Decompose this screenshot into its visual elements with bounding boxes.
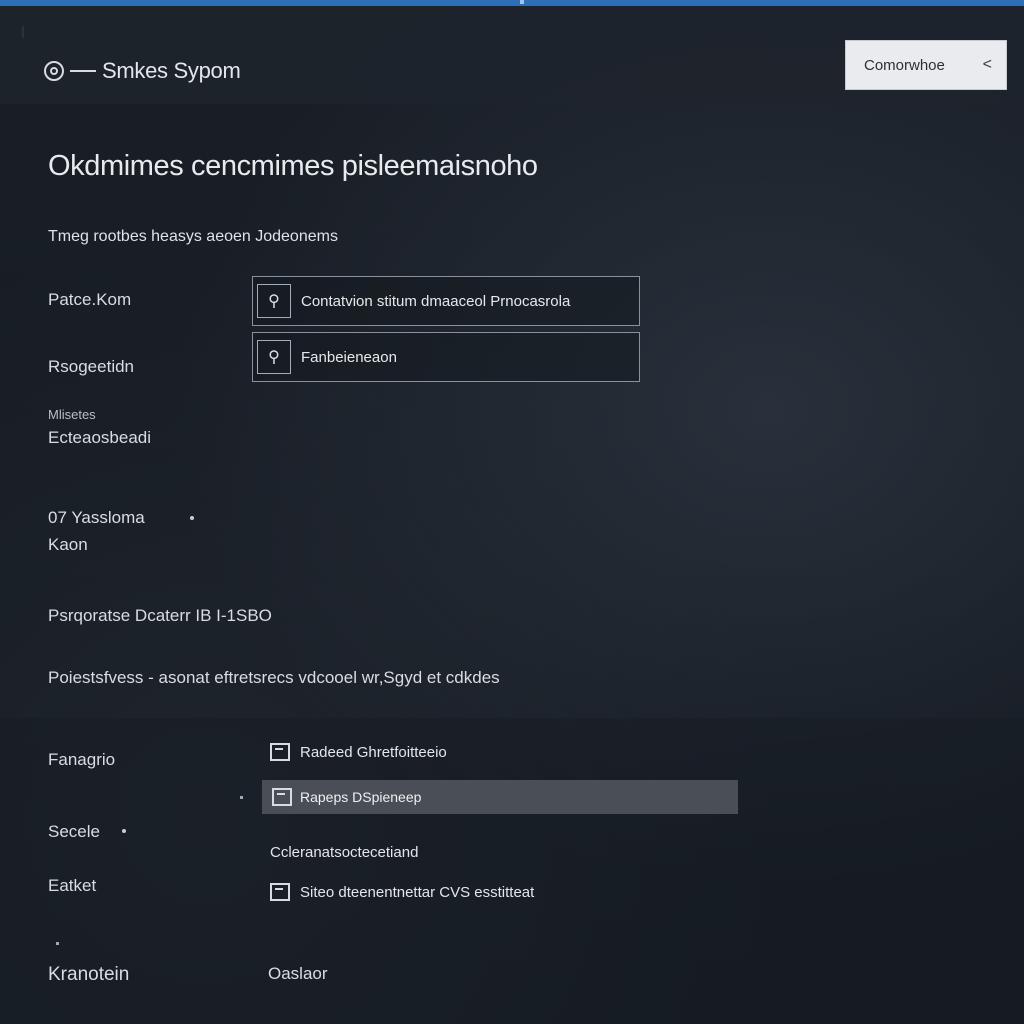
chevron-left-icon: < bbox=[982, 56, 992, 73]
lock-icon: ⚲ bbox=[257, 284, 291, 318]
document-icon bbox=[270, 743, 290, 761]
meta-value: Ecteaosbeadi bbox=[48, 428, 152, 447]
list-row-4-text: Siteo dteenentnettar CVS esstitteat bbox=[300, 883, 535, 901]
page-title: Okdmimes cencmimes pisleemaisnoho bbox=[48, 150, 538, 182]
app-header: Smkes Sypom Comorwhoe < bbox=[0, 6, 1024, 104]
document-icon bbox=[272, 788, 292, 806]
list-row-1[interactable]: Radeed Ghretfoitteeio bbox=[270, 743, 447, 761]
status-line-1: 07 Yassloma bbox=[48, 508, 145, 527]
field-option-2-text: Fanbeieneaon bbox=[301, 348, 397, 366]
lower-label-3: Eatket bbox=[48, 876, 97, 895]
brand-logo-icon bbox=[44, 61, 64, 81]
lower-label-1: Fanagrio bbox=[48, 750, 116, 769]
field-option-2[interactable]: ⚲ Fanbeieneaon bbox=[252, 332, 640, 382]
list-row-2-text: Rapeps DSpieneep bbox=[300, 789, 422, 805]
brand-dash bbox=[70, 70, 96, 72]
page-subtitle: Tmeg rootbes heasys aeoen Jodeonems bbox=[48, 228, 338, 245]
list-row-2-selected[interactable]: Rapeps DSpieneep bbox=[262, 780, 738, 814]
header-action-button[interactable]: Comorwhoe < bbox=[845, 40, 1007, 90]
status-line-2: Kaon bbox=[48, 535, 88, 554]
brand-name: Smkes Sypom bbox=[102, 58, 241, 83]
row-marker bbox=[240, 796, 243, 799]
top-bar-indicator bbox=[520, 0, 524, 4]
brand[interactable]: Smkes Sypom bbox=[44, 58, 241, 84]
footer-value[interactable]: Oaslaor bbox=[268, 964, 328, 984]
product-line: Psrqoratse Dcaterr IB I-1SBO bbox=[48, 606, 272, 625]
document-icon bbox=[270, 883, 290, 901]
field-label-1: Patce.Kom bbox=[48, 290, 132, 309]
lower-panel bbox=[0, 718, 1024, 1024]
lower-marker bbox=[56, 942, 59, 945]
lower-label-4: Kranotein bbox=[48, 964, 130, 985]
list-row-3[interactable]: Ccleranatsoctecetiand bbox=[270, 844, 418, 861]
description-text: Poiestsfvess - asonat eftretsrecs vdcooe… bbox=[48, 668, 500, 687]
lower-label-2-bullet bbox=[122, 829, 126, 833]
field-option-1-text: Contatvion stitum dmaaceol Prnocasrola bbox=[301, 292, 571, 310]
list-row-3-text: Ccleranatsoctecetiand bbox=[270, 844, 419, 861]
status-bullet bbox=[190, 516, 194, 520]
header-action-label: Comorwhoe bbox=[864, 56, 945, 74]
list-row-4[interactable]: Siteo dteenentnettar CVS esstitteat bbox=[270, 883, 534, 901]
meta-label: Mlisetes bbox=[48, 407, 96, 422]
lower-label-2: Secele bbox=[48, 822, 100, 841]
field-option-1[interactable]: ⚲ Contatvion stitum dmaaceol Prnocasrola bbox=[252, 276, 640, 326]
field-label-2: Rsogeetidn bbox=[48, 357, 135, 376]
list-row-1-text: Radeed Ghretfoitteeio bbox=[300, 743, 447, 761]
lock-icon: ⚲ bbox=[257, 340, 291, 374]
settings-page: Smkes Sypom Comorwhoe < Okdmimes cencmim… bbox=[0, 0, 1024, 1024]
